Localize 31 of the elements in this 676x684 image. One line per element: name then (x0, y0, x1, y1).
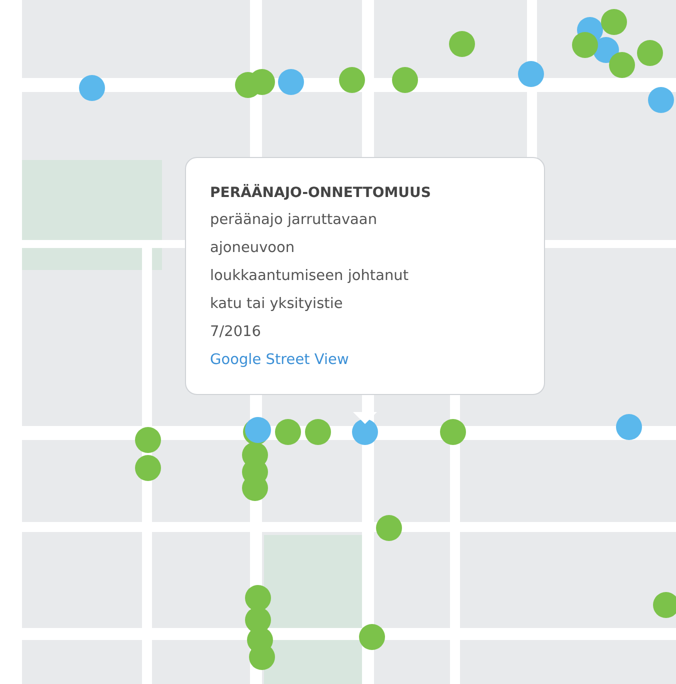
marker-dot[interactable] (135, 455, 161, 481)
popup-text: peräänajo jarruttavaan (210, 211, 378, 230)
marker-dot[interactable] (245, 417, 271, 443)
marker-dot[interactable] (376, 515, 402, 541)
popup-pointer (353, 412, 377, 424)
marker-dot[interactable] (305, 419, 331, 445)
marker-dot[interactable] (245, 585, 271, 611)
marker-dot[interactable] (249, 644, 275, 670)
marker-dot[interactable] (637, 40, 663, 66)
popup-text: loukkaantumiseen johtanut (210, 267, 410, 286)
popup-text: 7/2016 (210, 323, 262, 342)
marker-dot[interactable] (339, 67, 365, 93)
popup-text: ajoneuvoon (210, 239, 296, 258)
marker-dot[interactable] (572, 32, 598, 58)
popup-title: PERÄÄNAJO-ONNETTOMUUS (210, 183, 432, 203)
marker-dot[interactable] (359, 624, 385, 650)
marker-dot[interactable] (616, 414, 642, 440)
marker-dot[interactable] (275, 419, 301, 445)
marker-dot[interactable] (518, 61, 544, 87)
marker-dot[interactable] (449, 31, 475, 57)
popup-text: katu tai yksityistie (210, 295, 344, 314)
marker-dot[interactable] (135, 427, 161, 453)
marker-dot[interactable] (278, 69, 304, 95)
marker-dot[interactable] (352, 419, 378, 445)
street-view-link[interactable]: Google Street View (210, 352, 349, 368)
marker-dot[interactable] (392, 67, 418, 93)
marker-dot[interactable] (440, 419, 466, 445)
marker-dot[interactable] (648, 87, 674, 113)
marker-dot[interactable] (609, 52, 635, 78)
marker-dot[interactable] (601, 9, 627, 35)
marker-dot[interactable] (79, 75, 105, 101)
